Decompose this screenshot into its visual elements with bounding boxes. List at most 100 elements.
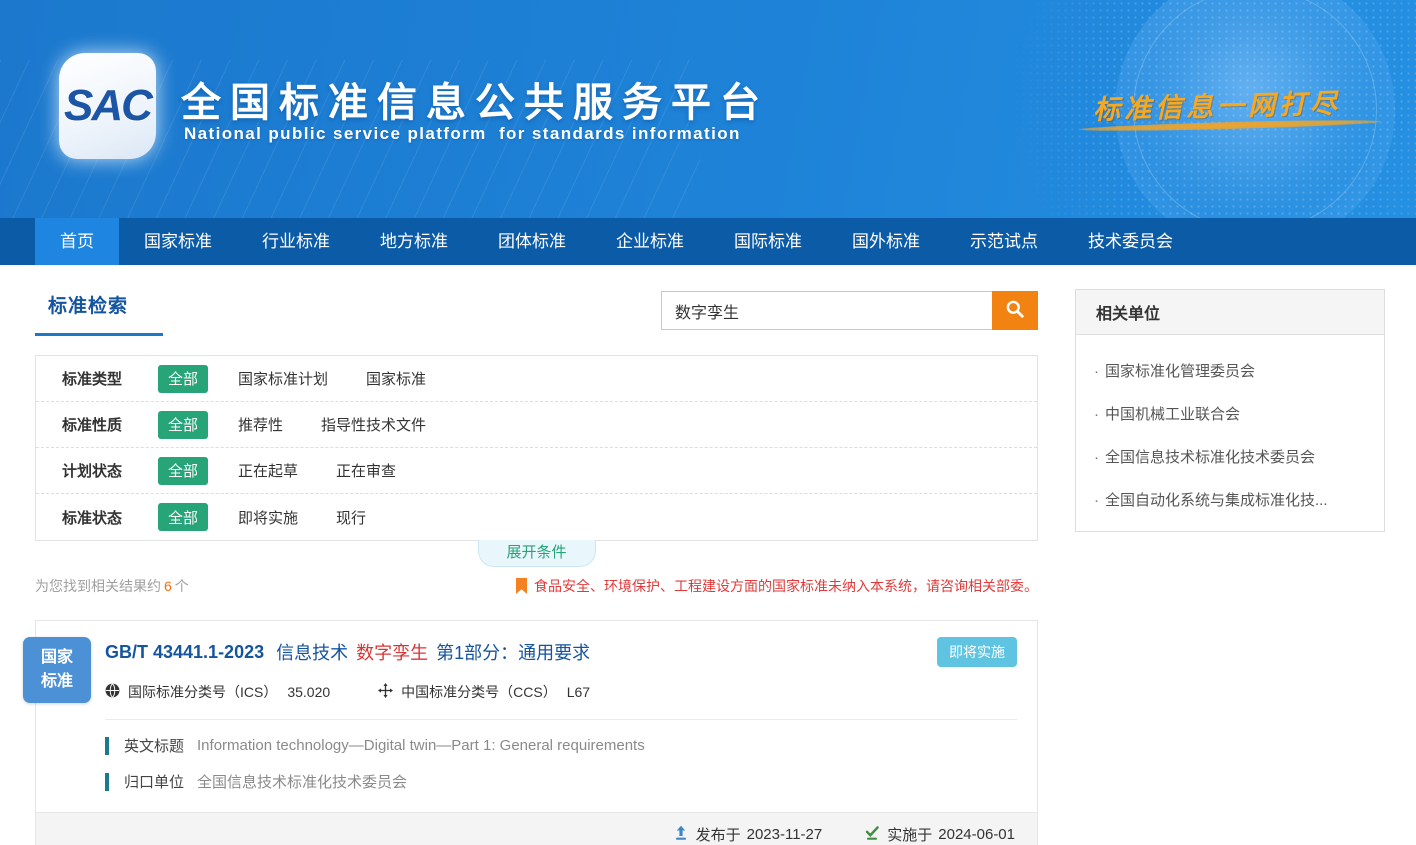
sac-logo[interactable]: SAC: [59, 53, 156, 159]
bullet: ·: [1094, 492, 1099, 509]
nav-item-enterprise-standards[interactable]: 企业标准: [591, 218, 709, 265]
publish-date: 2023-11-27: [747, 826, 823, 843]
card-main: GB/T 43441.1-2023 信息技术 数字孪生 第1部分：通用要求 即将…: [36, 621, 1037, 792]
standard-title-highlight[interactable]: 数字孪生: [356, 639, 428, 665]
notice-text: 食品安全、环境保护、工程建设方面的国家标准未纳入本系统，请咨询相关部委。: [534, 576, 1038, 596]
nav-item-foreign-standards[interactable]: 国外标准: [827, 218, 945, 265]
related-unit-label: 全国信息技术标准化技术委员会: [1105, 449, 1315, 466]
nav-item-home[interactable]: 首页: [35, 218, 119, 265]
publish-label: 发布于: [696, 824, 741, 845]
results-count-suffix: 个: [175, 578, 189, 594]
ics-value: 35.020: [287, 684, 330, 700]
filter-option[interactable]: 即将实施: [238, 507, 298, 528]
english-title-row: 英文标题 Information technology—Digital twin…: [105, 735, 1017, 756]
results-count-prefix: 为您找到相关结果约: [35, 578, 161, 594]
filter-option[interactable]: 正在审查: [336, 460, 396, 481]
filter-panel: 标准类型 全部 国家标准计划 国家标准 标准性质 全部 推荐性 指导性技术文件 …: [35, 355, 1038, 541]
nav-item-national-standards[interactable]: 国家标准: [119, 218, 237, 265]
english-title-label: 英文标题: [124, 735, 184, 756]
card-title-row: GB/T 43441.1-2023 信息技术 数字孪生 第1部分：通用要求 即将…: [105, 637, 1017, 667]
bullet: ·: [1094, 363, 1099, 380]
main-content: 标准检索 标准类型 全部 国家标准计划: [0, 265, 1416, 845]
related-unit-link[interactable]: · 中国机械工业联合会: [1094, 392, 1366, 435]
implement-date-item: 实施于 2024-06-01: [864, 824, 1015, 845]
expand-conditions-button[interactable]: 展开条件: [478, 540, 596, 567]
badge-line2: 标准: [41, 670, 73, 694]
ics-meta: 国际标准分类号（ICS） 35.020: [105, 682, 330, 702]
related-unit-link[interactable]: ·全国信息技术标准化技术委员会: [1094, 435, 1366, 478]
ccs-label: 中国标准分类号（CCS）: [401, 682, 557, 702]
filter-option[interactable]: 正在起草: [238, 460, 298, 481]
ccs-meta: 中国标准分类号（CCS） L67: [378, 682, 590, 702]
implement-date: 2024-06-01: [938, 826, 1015, 843]
filter-all-button[interactable]: 全部: [158, 503, 208, 531]
related-unit-link[interactable]: · 国家标准化管理委员会: [1094, 349, 1366, 392]
teal-bar: [105, 737, 109, 755]
national-standard-badge[interactable]: 国家 标准: [23, 637, 91, 703]
related-units-list: ·国家标准化管理委员会 ·中国机械工业联合会 ·全国信息技术标准化技术委员会 ·…: [1076, 335, 1384, 531]
search-section: 标准检索: [35, 289, 1038, 347]
nav-item-technical-committee[interactable]: 技术委员会: [1063, 218, 1198, 265]
committee-value: 全国信息技术标准化技术委员会: [197, 771, 407, 792]
standard-title-part1[interactable]: 信息技术: [276, 639, 348, 665]
search-box: [661, 291, 1038, 330]
slogan-text: 标准信息一网打尽: [1093, 80, 1394, 127]
compass-icon: [378, 683, 401, 701]
filter-row-plan-status: 计划状态 全部 正在起草 正在审查: [36, 448, 1037, 494]
results-count: 为您找到相关结果约6个: [35, 576, 189, 596]
committee-label: 归口单位: [124, 771, 184, 792]
search-button[interactable]: [992, 291, 1038, 330]
implement-label: 实施于: [887, 824, 932, 845]
search-input[interactable]: [661, 291, 992, 330]
globe-icon: [105, 683, 128, 701]
related-unit-label: 全国自动化系统与集成标准化技...: [1105, 492, 1328, 509]
related-unit-label: 国家标准化管理委员会: [1105, 363, 1255, 380]
publish-date-item: 发布于 2023-11-27: [673, 824, 823, 845]
filter-label: 标准性质: [62, 414, 158, 435]
badge-line1: 国家: [41, 646, 73, 670]
filter-option[interactable]: 推荐性: [238, 414, 283, 435]
filter-option[interactable]: 国家标准: [366, 368, 426, 389]
nav-item-international-standards[interactable]: 国际标准: [709, 218, 827, 265]
implement-check-icon: [864, 825, 887, 845]
site-header: SAC 全国标准信息公共服务平台 National public service…: [0, 0, 1416, 218]
filter-all-button[interactable]: 全部: [158, 365, 208, 393]
site-title: 全国标准信息公共服务平台: [181, 70, 769, 128]
search-tab[interactable]: 标准检索: [35, 289, 163, 336]
related-units-panel: 相关单位 ·国家标准化管理委员会 ·中国机械工业联合会 ·全国信息技术标准化技术…: [1075, 289, 1385, 532]
results-info-row: 为您找到相关结果约6个 食品安全、环境保护、工程建设方面的国家标准未纳入本系统，…: [35, 576, 1038, 596]
related-unit-link[interactable]: · 全国自动化系统与集成标准化技...: [1094, 478, 1366, 521]
standard-code-link[interactable]: GB/T 43441.1-2023: [105, 642, 264, 663]
related-units-title: 相关单位: [1076, 290, 1384, 335]
system-notice: 食品安全、环境保护、工程建设方面的国家标准未纳入本系统，请咨询相关部委。: [516, 576, 1038, 596]
nav-item-local-standards[interactable]: 地方标准: [355, 218, 473, 265]
expand-wrap: 展开条件: [35, 541, 1038, 567]
filter-row-standard-type: 标准类型 全部 国家标准计划 国家标准: [36, 356, 1037, 402]
filter-option[interactable]: 指导性技术文件: [321, 414, 426, 435]
filter-row-standard-nature: 标准性质 全部 推荐性 指导性技术文件: [36, 402, 1037, 448]
related-unit-label: 中国机械工业联合会: [1105, 406, 1240, 423]
main-nav: 首页 国家标准 行业标准 地方标准 团体标准 企业标准 国际标准 国外标准 示范…: [0, 218, 1416, 265]
filter-all-button[interactable]: 全部: [158, 457, 208, 485]
standard-title-part2[interactable]: 第1部分：通用要求: [436, 639, 590, 665]
bullet: ·: [1094, 406, 1099, 423]
filter-option[interactable]: 现行: [336, 507, 366, 528]
nav-item-industry-standards[interactable]: 行业标准: [237, 218, 355, 265]
bookmark-icon: [516, 578, 527, 594]
right-column: 相关单位 ·国家标准化管理委员会 ·中国机械工业联合会 ·全国信息技术标准化技术…: [1075, 289, 1385, 845]
sac-logo-text: SAC: [64, 81, 151, 131]
site-subtitle: National public service platform for sta…: [184, 124, 741, 144]
nav-item-group-standards[interactable]: 团体标准: [473, 218, 591, 265]
status-badge: 即将实施: [937, 637, 1017, 667]
publish-icon: [673, 825, 696, 845]
results-count-number: 6: [164, 578, 172, 594]
english-title-value: Information technology—Digital twin—Part…: [197, 737, 645, 754]
nav-item-pilot[interactable]: 示范试点: [945, 218, 1063, 265]
filter-option[interactable]: 国家标准计划: [238, 368, 328, 389]
filter-row-standard-status: 标准状态 全部 即将实施 现行: [36, 494, 1037, 540]
search-icon: [1005, 299, 1025, 322]
ics-label: 国际标准分类号（ICS）: [128, 682, 277, 702]
filter-all-button[interactable]: 全部: [158, 411, 208, 439]
standard-result-card: 国家 标准 GB/T 43441.1-2023 信息技术 数字孪生 第1部分：通…: [35, 620, 1038, 845]
left-column: 标准检索 标准类型 全部 国家标准计划: [35, 289, 1038, 845]
